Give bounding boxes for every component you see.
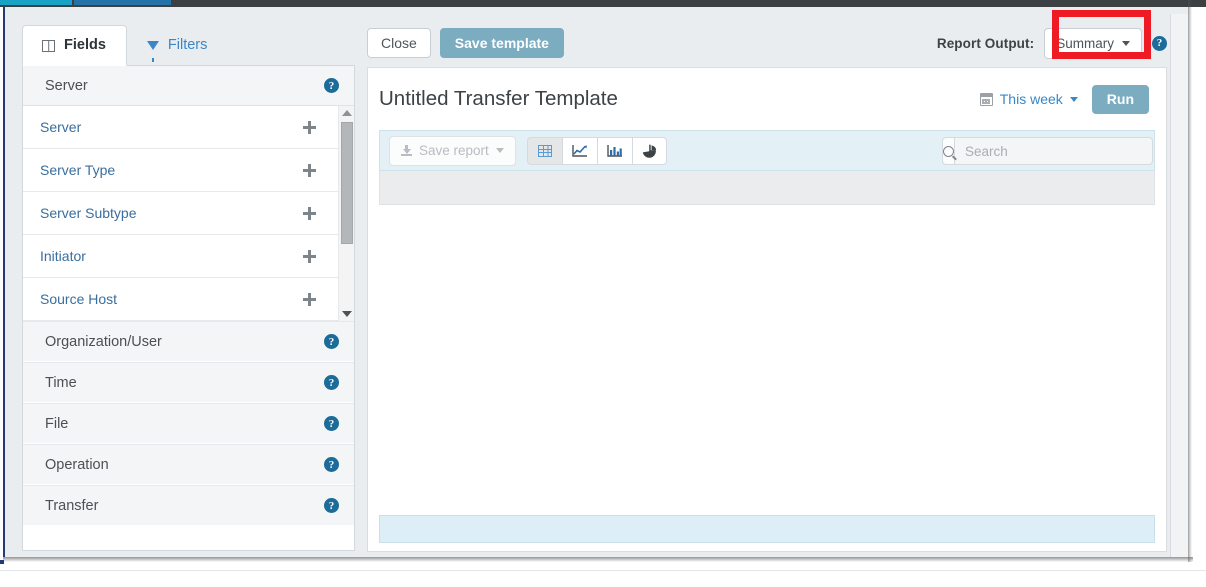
section-header-time[interactable]: Time ? [23, 362, 354, 403]
section-title: Operation [45, 456, 109, 473]
field-label: Server Subtype [40, 205, 137, 221]
page-scrollbar[interactable] [1170, 14, 1189, 557]
save-report-label: Save report [419, 143, 489, 158]
view-line-chart-button[interactable] [561, 136, 597, 165]
panel-tabstrip: Fields Filters [22, 21, 355, 66]
top-action-bar: Close Save template Report Output: Summa… [367, 21, 1167, 65]
tab-filters-label: Filters [167, 37, 208, 54]
fields-card: Server ? Server Server Type Server Subty… [22, 65, 355, 551]
results-table-header [379, 171, 1155, 205]
chevron-down-icon [1122, 40, 1130, 46]
results-table-footer [379, 515, 1155, 543]
chevron-down-icon [1069, 96, 1078, 102]
report-header-actions: This week Run [979, 84, 1149, 114]
section-title: Server [45, 77, 88, 94]
report-output-value: Summary [1056, 35, 1114, 51]
bar-chart-icon [607, 145, 622, 157]
tab-fields-label: Fields [64, 37, 106, 54]
help-circle-icon[interactable]: ? [324, 457, 339, 472]
list-item[interactable]: Initiator [23, 235, 338, 278]
view-table-button[interactable] [526, 136, 562, 165]
report-output-group: Report Output: Summary ? [937, 21, 1167, 65]
tab-fields[interactable]: Fields [22, 25, 127, 66]
fields-panel: Fields Filters Server ? Server Server Ty… [22, 21, 355, 551]
chevron-down-icon [495, 148, 504, 153]
columns-icon [42, 39, 55, 52]
report-output-dropdown[interactable]: Summary [1044, 27, 1142, 59]
section-header-operation[interactable]: Operation ? [23, 444, 354, 485]
plus-icon[interactable] [303, 120, 316, 134]
help-circle-icon[interactable]: ? [324, 416, 339, 431]
list-item[interactable]: Server Subtype [23, 192, 338, 235]
help-circle-icon[interactable]: ? [324, 498, 339, 513]
list-item[interactable]: Source Host [23, 278, 338, 321]
section-header-server[interactable]: Server ? [23, 66, 354, 106]
results-table-body [379, 205, 1155, 515]
section-title: Organization/User [45, 333, 162, 350]
run-button[interactable]: Run [1091, 84, 1149, 114]
section-header-organization-user[interactable]: Organization/User ? [23, 321, 354, 362]
window-shadow [3, 557, 1193, 562]
help-circle-icon[interactable]: ? [324, 375, 339, 390]
funnel-icon [146, 41, 159, 62]
plus-icon[interactable] [303, 292, 316, 306]
search-input[interactable] [954, 137, 1153, 165]
save-report-button[interactable]: Save report [389, 135, 516, 166]
page-title: Untitled Transfer Template [379, 87, 618, 110]
field-list: Server Server Type Server Subtype Initia… [23, 106, 338, 321]
date-range-label: This week [999, 91, 1063, 107]
report-card: Untitled Transfer Template This week Run… [367, 67, 1167, 552]
tab-filters[interactable]: Filters [127, 25, 228, 66]
report-output-label: Report Output: [936, 35, 1035, 51]
table-icon [537, 144, 552, 157]
plus-icon[interactable] [303, 163, 316, 177]
search-button[interactable] [942, 137, 954, 165]
help-circle-icon[interactable]: ? [324, 78, 339, 93]
view-bar-chart-button[interactable] [596, 136, 632, 165]
browser-tab-strip-left[interactable] [0, 0, 72, 5]
calendar-icon [979, 92, 993, 106]
view-pie-chart-button[interactable] [631, 136, 667, 165]
plus-icon[interactable] [303, 206, 316, 220]
scrollbar-thumb[interactable] [341, 122, 353, 244]
close-button[interactable]: Close [367, 28, 431, 58]
date-range-picker[interactable]: This week [979, 91, 1078, 107]
field-label: Server [40, 119, 82, 135]
browser-chrome-bar [0, 0, 1206, 7]
section-title: Time [45, 374, 77, 391]
section-title: File [45, 415, 69, 432]
pie-chart-icon [642, 143, 657, 158]
list-item[interactable]: Server Type [23, 149, 338, 192]
line-chart-icon [572, 145, 587, 157]
field-label: Server Type [40, 162, 116, 178]
scroll-down-arrow-icon[interactable] [339, 307, 355, 321]
screenshot-root: Fields Filters Server ? Server Server Ty… [0, 0, 1206, 587]
field-label: Initiator [40, 248, 86, 264]
view-type-group [526, 136, 667, 165]
window-left-edge-tick [0, 560, 4, 564]
search-icon [943, 145, 954, 157]
browser-tab-strip-right[interactable] [74, 0, 171, 5]
field-label: Source Host [40, 291, 118, 307]
help-circle-icon[interactable]: ? [324, 334, 339, 349]
list-item[interactable]: Server [23, 106, 338, 149]
scroll-up-arrow-icon[interactable] [339, 106, 355, 120]
section-header-file[interactable]: File ? [23, 403, 354, 444]
page-bottom-divider [0, 570, 1206, 571]
plus-icon[interactable] [303, 249, 316, 263]
field-list-wrapper: Server Server Type Server Subtype Initia… [23, 106, 354, 321]
report-toolbar: Save report [379, 130, 1155, 171]
download-icon [401, 145, 412, 156]
section-header-transfer[interactable]: Transfer ? [23, 485, 354, 526]
app-window: Fields Filters Server ? Server Server Ty… [3, 7, 1189, 557]
save-template-button[interactable]: Save template [439, 28, 564, 58]
help-circle-icon[interactable]: ? [1152, 35, 1167, 51]
section-title: Transfer [45, 497, 99, 514]
search-group [942, 137, 1153, 165]
window-right-edge [1188, 0, 1192, 562]
field-list-scrollbar[interactable] [338, 106, 354, 321]
report-header: Untitled Transfer Template This week Run [368, 68, 1166, 130]
